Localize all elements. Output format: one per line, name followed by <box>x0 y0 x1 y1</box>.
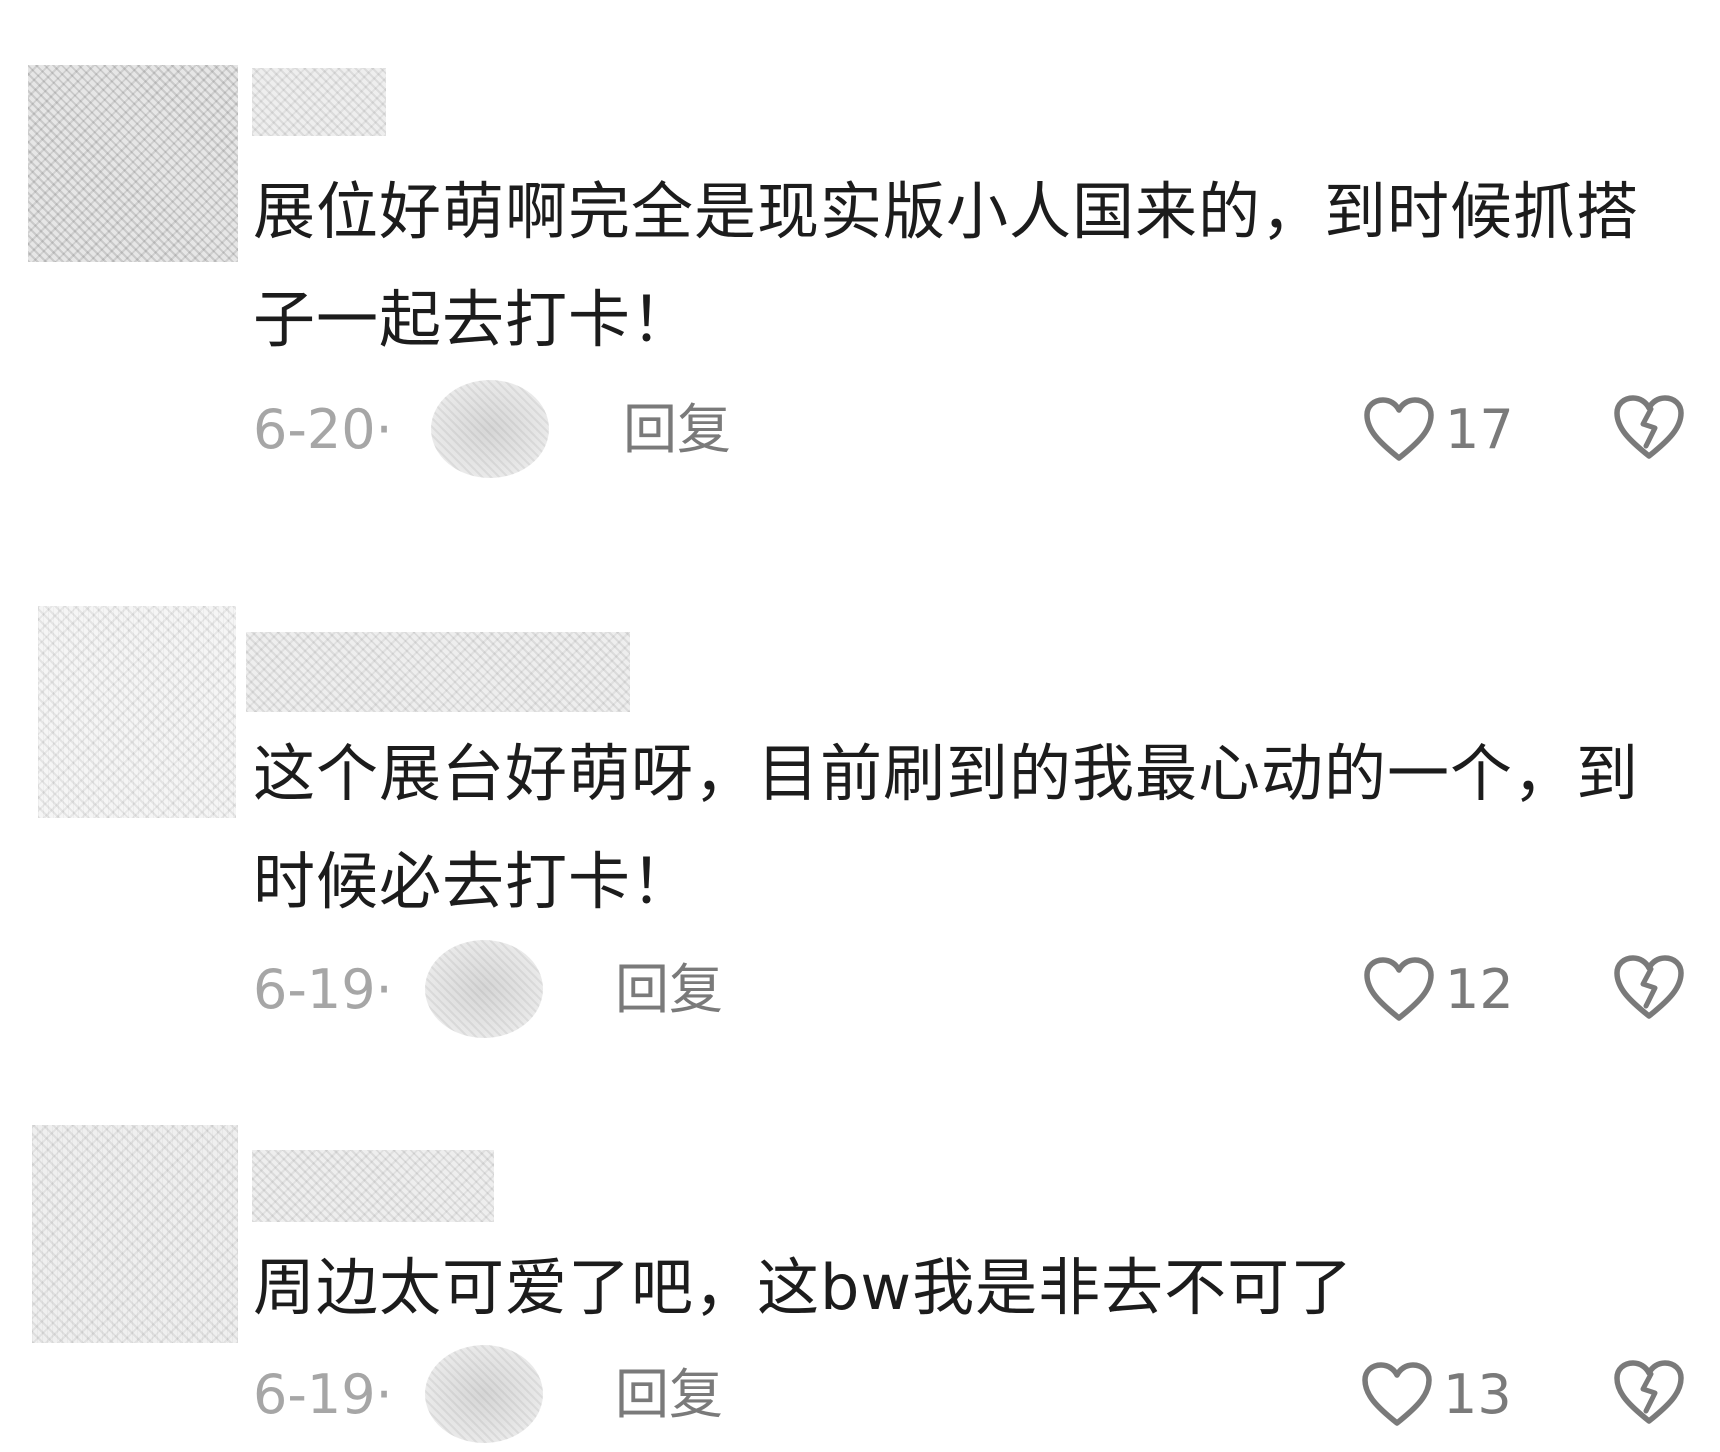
comment-date: 6-20· <box>253 398 393 461</box>
dislike-button[interactable] <box>1613 394 1685 466</box>
reply-button[interactable]: 回复 <box>615 940 723 1040</box>
reply-button[interactable]: 回复 <box>623 380 731 480</box>
avatar[interactable] <box>32 1125 238 1343</box>
comment-meta-row: 6-19· 回复 12 <box>253 940 1693 1040</box>
dislike-button[interactable] <box>1613 954 1685 1026</box>
comment-text: 这个展台好萌呀，目前刷到的我最心动的一个，到时候必去打卡！ <box>253 737 1640 918</box>
heart-outline-icon <box>1364 397 1434 461</box>
comment-text: 周边太可爱了吧，这bw我是非去不可了 <box>253 1251 1354 1324</box>
broken-heart-icon <box>1614 1360 1684 1424</box>
username-blurred[interactable] <box>252 1150 494 1222</box>
comment-meta-row: 6-19· 回复 13 <box>253 1345 1693 1445</box>
avatar[interactable] <box>38 606 236 818</box>
broken-heart-icon <box>1614 955 1684 1019</box>
dislike-button[interactable] <box>1613 1359 1685 1431</box>
like-button[interactable]: 12 <box>1363 952 1514 1028</box>
comment-text: 展位好萌啊完全是现实版小人国来的，到时候抓搭子一起去打卡！ <box>253 175 1640 356</box>
location-blurred <box>425 940 543 1038</box>
username-blurred[interactable] <box>252 68 386 136</box>
like-count: 13 <box>1443 1363 1512 1426</box>
like-count: 17 <box>1445 398 1514 461</box>
avatar[interactable] <box>28 65 238 262</box>
heart-outline-icon <box>1364 957 1434 1021</box>
comment-date: 6-19· <box>253 1363 393 1426</box>
username-blurred[interactable] <box>246 632 630 712</box>
broken-heart-icon <box>1614 395 1684 459</box>
reply-button[interactable]: 回复 <box>615 1345 723 1445</box>
like-count: 12 <box>1445 958 1514 1021</box>
location-blurred <box>425 1345 543 1443</box>
like-button[interactable]: 17 <box>1363 392 1514 468</box>
location-blurred <box>431 380 549 478</box>
heart-outline-icon <box>1362 1362 1432 1426</box>
like-button[interactable]: 13 <box>1361 1357 1512 1433</box>
comment-date: 6-19· <box>253 958 393 1021</box>
comment-meta-row: 6-20· 回复 17 <box>253 380 1693 480</box>
